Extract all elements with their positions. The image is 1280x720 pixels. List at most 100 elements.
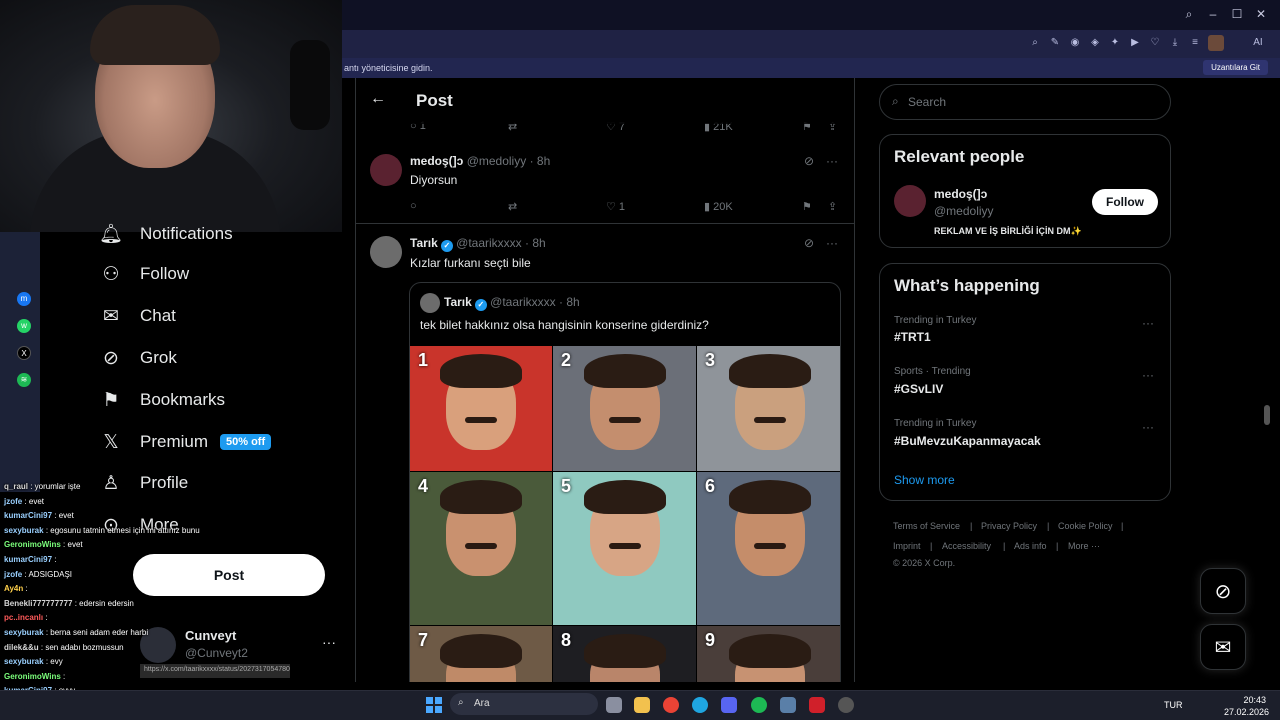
footer-link[interactable]: More ··· bbox=[1068, 541, 1100, 551]
camera-icon[interactable]: ◉ bbox=[1069, 37, 1081, 49]
show-more-link[interactable]: Show more bbox=[894, 473, 955, 487]
chrome-icon[interactable] bbox=[663, 697, 679, 713]
search-icon[interactable]: ⌕ bbox=[1182, 7, 1196, 21]
grok-fab-icon[interactable]: ⊘ bbox=[1200, 568, 1246, 614]
account-more-icon[interactable]: ··· bbox=[322, 634, 336, 650]
spotify-icon[interactable]: ≋ bbox=[17, 373, 31, 387]
like-icon[interactable]: ♡ 1 bbox=[606, 200, 625, 213]
go-to-extensions-button[interactable]: Uzantılara Git bbox=[1203, 60, 1268, 75]
chat-username[interactable]: sexyburak bbox=[4, 628, 44, 637]
messages-fab-icon[interactable]: ✉ bbox=[1200, 624, 1246, 670]
grid-photo[interactable]: 7 bbox=[410, 626, 552, 682]
back-arrow-icon[interactable]: ← bbox=[370, 90, 386, 108]
views-icon[interactable]: ▮ 20K bbox=[704, 200, 733, 213]
file-explorer-icon[interactable] bbox=[634, 697, 650, 713]
grok-icon[interactable]: ⊘ bbox=[804, 154, 814, 168]
more-icon[interactable]: ··· bbox=[1142, 420, 1154, 434]
grid-photo[interactable]: 1 bbox=[410, 346, 552, 471]
avatar[interactable] bbox=[894, 185, 926, 217]
footer-link[interactable]: Imprint bbox=[893, 541, 921, 551]
reply-icon[interactable]: ○ bbox=[410, 200, 417, 212]
app-icon[interactable] bbox=[780, 697, 796, 713]
chat-username[interactable]: dilek&&u bbox=[4, 643, 39, 652]
avatar[interactable] bbox=[370, 154, 402, 186]
nav-grok[interactable]: ⊘ Grok bbox=[100, 341, 177, 375]
search-input[interactable]: ⌕ Search bbox=[879, 84, 1171, 120]
nav-chat[interactable]: ✉ Chat bbox=[100, 299, 176, 333]
nav-follow[interactable]: ⚇ Follow bbox=[100, 257, 189, 291]
chat-username[interactable]: GeronimoWins bbox=[4, 672, 61, 681]
more-icon[interactable]: ··· bbox=[826, 236, 838, 250]
trend-name[interactable]: #TRT1 bbox=[894, 330, 931, 344]
grid-photo[interactable]: 9 bbox=[697, 626, 840, 682]
retweet-icon[interactable]: ⇄ bbox=[508, 200, 517, 213]
grid-photo[interactable]: 2 bbox=[553, 346, 696, 471]
settings-icon[interactable] bbox=[838, 697, 854, 713]
ai-icon[interactable]: AI bbox=[1246, 37, 1270, 49]
grid-photo[interactable]: 8 bbox=[553, 626, 696, 682]
more-icon[interactable]: ··· bbox=[1142, 316, 1154, 330]
spotify-icon[interactable] bbox=[751, 697, 767, 713]
edge-icon[interactable] bbox=[692, 697, 708, 713]
tweet-author[interactable]: medoş(]ɔ @medoliyy · 8h bbox=[410, 154, 550, 168]
nav-premium[interactable]: 𝕏 Premium 50% off bbox=[100, 425, 272, 459]
quoted-tweet[interactable]: Tarık ✓ @taarikxxxx · 8h tek bilet hakkın… bbox=[409, 282, 841, 682]
nav-bookmarks[interactable]: ⚑ Bookmarks bbox=[100, 383, 225, 417]
chat-username[interactable]: sexyburak bbox=[4, 657, 44, 666]
bookmark-icon[interactable]: ⚑ bbox=[802, 200, 812, 213]
clock[interactable]: 20:43 27.02.2026 bbox=[1224, 694, 1269, 718]
image-grid[interactable]: 1 2 3 4 5 6 7 8 9 bbox=[410, 346, 840, 682]
footer-link[interactable]: Cookie Policy bbox=[1058, 521, 1113, 531]
messenger-icon[interactable]: m bbox=[17, 292, 31, 306]
grok-icon[interactable]: ⊘ bbox=[804, 236, 814, 250]
taskbar-search[interactable]: ⌕ Ara bbox=[450, 693, 598, 715]
footer-link[interactable]: Terms of Service bbox=[893, 521, 960, 531]
trend-name[interactable]: #BuMevzuKapanmayacak bbox=[894, 434, 1041, 448]
chat-username[interactable]: Ay4n bbox=[4, 584, 23, 593]
share-icon[interactable]: ⇪ bbox=[828, 200, 837, 213]
grid-photo[interactable]: 3 bbox=[697, 346, 840, 471]
chat-username[interactable]: GeronimoWins bbox=[4, 540, 61, 549]
chat-username[interactable]: pc..incanlı bbox=[4, 613, 43, 622]
nav-notifications[interactable]: 🔔︎ Notifications bbox=[99, 217, 233, 251]
task-view-icon[interactable] bbox=[606, 697, 622, 713]
start-icon[interactable] bbox=[426, 697, 442, 713]
edit-icon[interactable]: ✎ bbox=[1049, 37, 1061, 49]
person-name[interactable]: medoş(]ɔ bbox=[934, 187, 987, 201]
tweet-author[interactable]: Tarık ✓ @taarikxxxx · 8h bbox=[410, 236, 546, 252]
x-icon[interactable]: X bbox=[17, 346, 31, 360]
chat-username[interactable]: jzofe bbox=[4, 570, 22, 579]
trend-name[interactable]: #GSvLIV bbox=[894, 382, 943, 396]
chat-username[interactable]: kumarCini97 bbox=[4, 511, 52, 520]
language-indicator[interactable]: TUR bbox=[1164, 700, 1183, 710]
grid-photo[interactable]: 4 bbox=[410, 472, 552, 625]
scrollbar-thumb[interactable] bbox=[1264, 405, 1270, 425]
maximize-icon[interactable]: ☐ bbox=[1230, 7, 1244, 21]
shield-icon[interactable]: ◈ bbox=[1089, 37, 1101, 49]
footer-link[interactable]: Privacy Policy bbox=[981, 521, 1037, 531]
profile-avatar-icon[interactable] bbox=[1208, 35, 1224, 51]
grid-photo[interactable]: 5 bbox=[553, 472, 696, 625]
opera-icon[interactable] bbox=[809, 697, 825, 713]
chat-username[interactable]: sexyburak bbox=[4, 526, 44, 535]
close-icon[interactable]: ✕ bbox=[1254, 7, 1268, 21]
menu-icon[interactable]: ≡ bbox=[1189, 37, 1201, 49]
play-icon[interactable]: ▶ bbox=[1129, 37, 1141, 49]
footer-link[interactable]: Ads info bbox=[1014, 541, 1047, 551]
chat-username[interactable]: jzofe bbox=[4, 497, 22, 506]
whatsapp-icon[interactable]: w bbox=[17, 319, 31, 333]
download-icon[interactable]: ⤓ bbox=[1169, 37, 1181, 49]
more-icon[interactable]: ··· bbox=[826, 154, 838, 168]
quote-author[interactable]: Tarık ✓ @taarikxxxx · 8h bbox=[444, 295, 580, 311]
chat-username[interactable]: kumarCini97 bbox=[4, 555, 52, 564]
follow-button[interactable]: Follow bbox=[1092, 189, 1158, 215]
heart-icon[interactable]: ♡ bbox=[1149, 37, 1161, 49]
zoom-icon[interactable]: ⌕ bbox=[1029, 37, 1041, 49]
grid-photo[interactable]: 6 bbox=[697, 472, 840, 625]
discord-icon[interactable] bbox=[721, 697, 737, 713]
footer-link[interactable]: Accessibility bbox=[942, 541, 991, 551]
extension-icon[interactable]: ✦ bbox=[1109, 37, 1121, 49]
chat-username[interactable]: Benekli777777777 bbox=[4, 599, 73, 608]
minimize-icon[interactable]: – bbox=[1206, 7, 1220, 21]
scrollbar[interactable] bbox=[1263, 78, 1271, 682]
